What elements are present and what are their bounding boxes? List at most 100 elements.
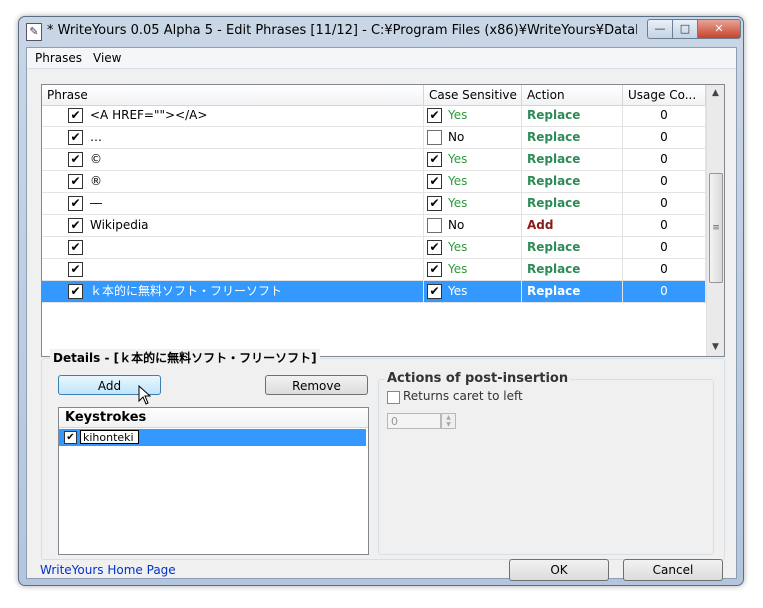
grid-vertical-scrollbar[interactable]: ▲ ≡ ▼	[706, 85, 724, 356]
enabled-checkbox[interactable]: ✔	[68, 240, 83, 255]
grid-header: Phrase Case Sensitive Action Usage Co...	[42, 85, 706, 106]
case-sensitive-checkbox[interactable]: ✔	[427, 108, 442, 123]
cancel-button[interactable]: Cancel	[623, 559, 723, 581]
enabled-checkbox[interactable]: ✔	[68, 108, 83, 123]
action-cell[interactable]: Replace	[522, 193, 623, 214]
case-sensitive-checkbox[interactable]: ✔	[427, 284, 442, 299]
action-cell[interactable]: Replace	[522, 237, 623, 258]
case-sensitive-cell[interactable]: ✔ Yes	[424, 193, 522, 214]
action-cell[interactable]: Replace	[522, 281, 623, 302]
column-header-usage-count[interactable]: Usage Co...	[623, 85, 706, 105]
returns-caret-checkbox[interactable]	[387, 391, 400, 404]
phrase-text: ｋ本的に無料ソフト・フリーソフト	[90, 284, 283, 298]
action-cell[interactable]: Replace	[522, 105, 623, 126]
action-cell[interactable]: Replace	[522, 127, 623, 148]
case-sensitive-checkbox[interactable]: ✔	[427, 262, 442, 277]
case-sensitive-checkbox[interactable]: ✔	[427, 196, 442, 211]
case-sensitive-checkbox[interactable]	[427, 130, 442, 145]
case-sensitive-text: Yes	[448, 174, 468, 188]
enabled-checkbox[interactable]: ✔	[68, 284, 83, 299]
action-text: Replace	[527, 284, 581, 298]
action-cell[interactable]: Replace	[522, 259, 623, 280]
column-header-phrase[interactable]: Phrase	[42, 85, 424, 105]
menu-phrases[interactable]: Phrases	[35, 51, 82, 65]
scroll-up-arrow-icon[interactable]: ▲	[707, 85, 724, 102]
home-page-link[interactable]: WriteYours Home Page	[40, 563, 176, 577]
table-row[interactable]: ✔ ✔ Yes Replace 0	[42, 237, 706, 259]
usage-count-cell: 0	[623, 149, 706, 170]
case-sensitive-cell[interactable]: ✔ Yes	[424, 237, 522, 258]
keystroke-edit-field[interactable]: kihonteki	[80, 430, 139, 444]
case-sensitive-cell[interactable]: No	[424, 215, 522, 236]
case-sensitive-cell[interactable]: ✔ Yes	[424, 171, 522, 192]
remove-keystroke-button[interactable]: Remove	[265, 375, 368, 395]
table-row[interactable]: ✔ © ✔ Yes Replace 0	[42, 149, 706, 171]
table-row[interactable]: ✔ ® ✔ Yes Replace 0	[42, 171, 706, 193]
keystroke-checkbox[interactable]: ✔	[64, 431, 77, 444]
phrase-cell[interactable]: ✔…	[42, 127, 424, 148]
keystrokes-list[interactable]: Keystrokes ✔ kihonteki	[58, 407, 369, 555]
phrase-cell[interactable]: ✔ ｋ本的に無料ソフト・フリーソフト	[42, 281, 424, 302]
menu-view[interactable]: View	[93, 51, 121, 65]
menu-bar: Phrases View	[27, 48, 736, 69]
phrase-cell[interactable]: ✔	[42, 237, 424, 258]
enabled-checkbox[interactable]: ✔	[68, 130, 83, 145]
usage-count-cell: 0	[623, 215, 706, 236]
phrase-cell[interactable]: ✔ Wikipedia	[42, 215, 424, 236]
app-window: ✎ * WriteYours 0.05 Alpha 5 - Edit Phras…	[18, 16, 744, 586]
phrase-cell[interactable]: ✔ ―	[42, 193, 424, 214]
case-sensitive-cell[interactable]: ✔ Yes	[424, 259, 522, 280]
usage-count-cell: 0	[623, 127, 706, 148]
mouse-cursor-icon	[138, 385, 152, 405]
case-sensitive-text: Yes	[448, 196, 468, 210]
case-sensitive-checkbox[interactable]: ✔	[427, 174, 442, 189]
phrase-cell[interactable]: ✔	[42, 259, 424, 280]
action-text: Replace	[527, 240, 581, 254]
scroll-down-arrow-icon[interactable]: ▼	[707, 339, 724, 356]
column-header-action[interactable]: Action	[522, 85, 623, 105]
table-row[interactable]: ✔ ｋ本的に無料ソフト・フリーソフト ✔ Yes Replace 0	[42, 281, 706, 303]
enabled-checkbox[interactable]: ✔	[68, 262, 83, 277]
table-row[interactable]: ✔ ― ✔ Yes Replace 0	[42, 193, 706, 215]
table-row[interactable]: ✔ ✔ Yes Replace 0	[42, 259, 706, 281]
close-button[interactable]: ✕	[697, 19, 741, 39]
maximize-button[interactable]: □	[672, 19, 698, 39]
case-sensitive-checkbox[interactable]	[427, 218, 442, 233]
action-cell[interactable]: Replace	[522, 149, 623, 170]
enabled-checkbox[interactable]: ✔	[68, 174, 83, 189]
caret-offset-input[interactable]: 0	[387, 413, 441, 429]
enabled-checkbox[interactable]: ✔	[68, 152, 83, 167]
phrase-cell[interactable]: ✔ ®	[42, 171, 424, 192]
details-group: Details - [ｋ本的に無料ソフト・フリーソフト] Add Remove …	[41, 349, 725, 560]
table-row[interactable]: ✔ Wikipedia No Add 0	[42, 215, 706, 237]
phrase-text: Wikipedia	[90, 218, 149, 232]
table-row[interactable]: ✔ <A HREF=""></A> ✔ Yes Replace 0	[42, 105, 706, 127]
minimize-button[interactable]: —	[647, 19, 673, 39]
ok-button[interactable]: OK	[509, 559, 609, 581]
case-sensitive-checkbox[interactable]: ✔	[427, 152, 442, 167]
action-cell[interactable]: Add	[522, 215, 623, 236]
case-sensitive-checkbox[interactable]: ✔	[427, 240, 442, 255]
case-sensitive-cell[interactable]: ✔ Yes	[424, 105, 522, 126]
case-sensitive-cell[interactable]: No	[424, 127, 522, 148]
case-sensitive-cell[interactable]: ✔ Yes	[424, 281, 522, 302]
app-icon: ✎	[26, 23, 42, 41]
case-sensitive-text: Yes	[448, 240, 468, 254]
phrase-cell[interactable]: ✔ <A HREF=""></A>	[42, 105, 424, 126]
case-sensitive-cell[interactable]: ✔ Yes	[424, 149, 522, 170]
column-header-case-sensitive[interactable]: Case Sensitive	[424, 85, 522, 105]
enabled-checkbox[interactable]: ✔	[68, 196, 83, 211]
phrase-grid[interactable]: Phrase Case Sensitive Action Usage Co...…	[41, 84, 725, 357]
phrase-text: …	[90, 130, 102, 144]
table-row[interactable]: ✔… No Replace 0	[42, 127, 706, 149]
client-area: Phrases View Phrase Case Sensitive Actio…	[26, 47, 737, 581]
keystroke-row[interactable]: ✔ kihonteki	[59, 429, 366, 446]
action-text: Replace	[527, 196, 581, 210]
keystrokes-header: Keystrokes	[59, 408, 368, 428]
enabled-checkbox[interactable]: ✔	[68, 218, 83, 233]
action-cell[interactable]: Replace	[522, 171, 623, 192]
returns-caret-label: Returns caret to left	[403, 389, 523, 403]
spinner-arrows-icon[interactable]: ▲ ▼	[441, 413, 456, 429]
scroll-thumb[interactable]: ≡	[709, 173, 723, 283]
phrase-cell[interactable]: ✔ ©	[42, 149, 424, 170]
